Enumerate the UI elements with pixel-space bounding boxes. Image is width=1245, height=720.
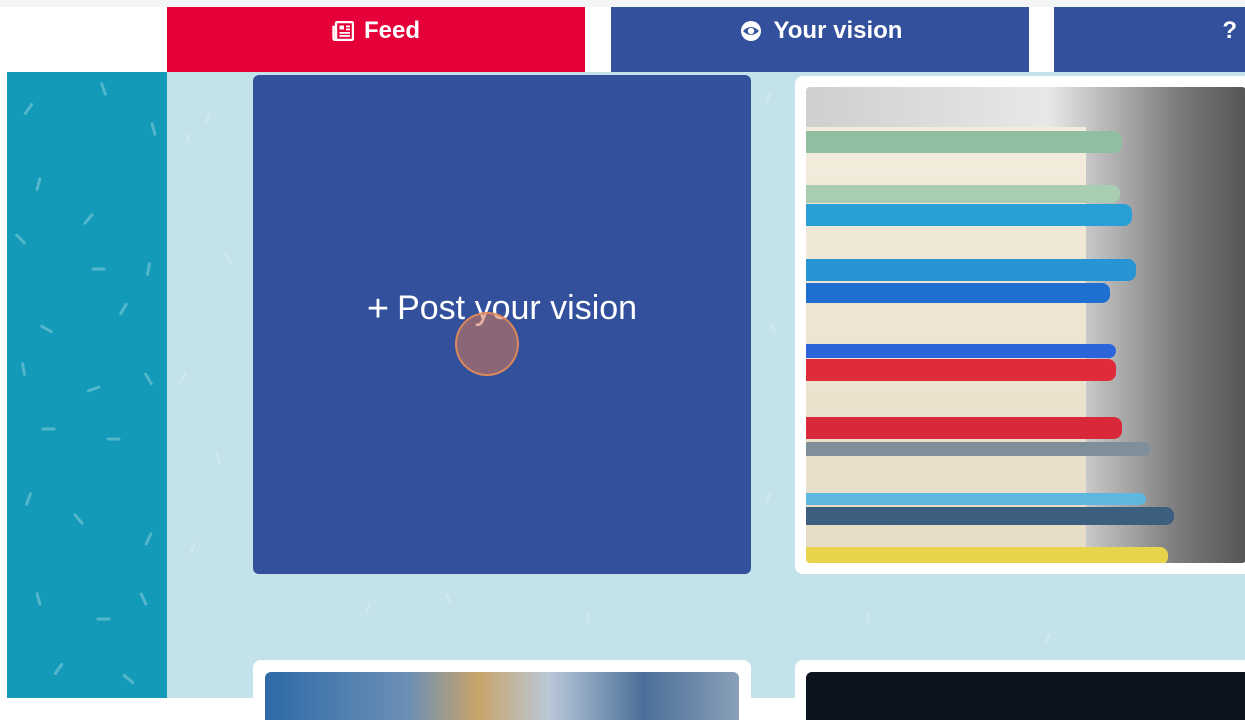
tab-your-vision-label: Your vision: [773, 16, 903, 44]
sidebar-pattern: [35, 176, 42, 192]
background-pattern: [585, 611, 591, 625]
sidebar-pattern: [14, 232, 27, 246]
feed-image-card[interactable]: [795, 76, 1245, 574]
sidebar-pattern: [91, 267, 106, 271]
background-pattern: [1044, 632, 1052, 644]
sidebar-pattern: [143, 372, 154, 386]
sidebar-pattern: [106, 437, 121, 441]
background-pattern: [189, 542, 197, 554]
sidebar-pattern: [99, 81, 108, 97]
background-pattern: [179, 372, 187, 384]
post-your-vision-label: Post your vision: [397, 289, 638, 327]
eye-icon: [738, 20, 764, 42]
background-pattern: [365, 602, 371, 614]
sidebar: [7, 72, 167, 698]
background-pattern: [444, 592, 452, 604]
book-cover: [806, 344, 1116, 358]
sidebar-pattern: [20, 361, 27, 377]
sidebar-pattern: [35, 591, 42, 607]
top-strip: [0, 0, 1245, 7]
background-pattern: [765, 92, 771, 104]
sidebar-pattern: [82, 212, 95, 226]
background-pattern: [185, 132, 191, 144]
tab-help-label: ?: [1222, 16, 1237, 44]
sidebar-pattern: [118, 302, 129, 316]
tab-feed[interactable]: Feed: [167, 7, 585, 72]
plus-icon: +: [366, 287, 390, 330]
tab-feed-label: Feed: [363, 16, 420, 44]
background-pattern: [865, 611, 871, 625]
tab-help[interactable]: ?: [1054, 7, 1245, 72]
background-pattern: [224, 252, 232, 264]
book-cover: [806, 259, 1136, 281]
sidebar-pattern: [39, 324, 54, 334]
sidebar-pattern: [86, 385, 101, 393]
background-pattern: [205, 112, 211, 124]
sidebar-pattern: [24, 491, 33, 507]
background-pattern: [215, 451, 221, 465]
background-pattern: [770, 322, 776, 334]
book-cover: [806, 131, 1122, 153]
post-your-vision-card[interactable]: + Post your vision: [253, 75, 751, 574]
books-photo: [806, 87, 1245, 563]
sidebar-pattern: [145, 261, 152, 277]
book-cover: [806, 493, 1146, 505]
sidebar-pattern: [122, 673, 135, 685]
book-cover: [806, 507, 1174, 525]
sidebar-pattern: [23, 102, 34, 116]
feed-image-card[interactable]: [253, 660, 751, 720]
book-cover: [806, 417, 1122, 439]
sidebar-pattern: [139, 592, 148, 606]
night-lights-photo: [806, 672, 1245, 720]
book-cover: [806, 204, 1132, 226]
book-cover: [806, 359, 1116, 381]
tab-your-vision[interactable]: Your vision: [611, 7, 1029, 72]
book-cover: [806, 442, 1151, 456]
background-pattern: [764, 492, 772, 504]
sidebar-pattern: [53, 662, 64, 676]
sidebar-pattern: [41, 427, 56, 431]
book-cover: [806, 283, 1110, 303]
book-cover: [806, 185, 1120, 203]
sidebar-pattern: [96, 617, 111, 621]
sidebar-pattern: [144, 532, 153, 546]
sidebar-pattern: [150, 121, 157, 137]
sidebar-pattern: [72, 512, 85, 526]
book-cover: [806, 547, 1168, 563]
newspaper-icon: [332, 20, 354, 41]
people-photo: [265, 672, 739, 720]
post-your-vision-button[interactable]: + Post your vision: [367, 289, 637, 328]
feed-image-card[interactable]: [795, 660, 1245, 720]
